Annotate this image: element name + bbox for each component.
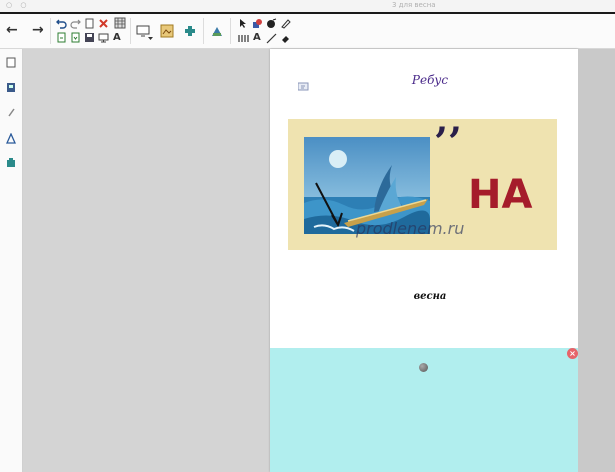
watermark-text: prodlenem.ru (356, 219, 465, 238)
right-gutter (578, 49, 615, 472)
forward-button[interactable]: → (32, 23, 44, 37)
pen-tool-icon[interactable] (280, 18, 291, 29)
properties-icon[interactable] (5, 132, 18, 145)
undo-icon[interactable] (56, 18, 67, 29)
sound-icon[interactable] (297, 77, 310, 91)
rebus-quote-marks: ’’ (434, 119, 462, 166)
fill-tool-icon[interactable] (266, 18, 277, 29)
toolbar-separator (50, 18, 51, 44)
rebus-syllable: НА (468, 172, 533, 218)
shape-tool-icon[interactable] (252, 18, 263, 29)
delete-icon[interactable] (98, 18, 109, 29)
gallery-tab-icon[interactable] (6, 82, 18, 94)
main-toolbar: ← → A A (0, 14, 615, 49)
eraser-icon[interactable] (280, 33, 291, 44)
table-icon[interactable] (114, 17, 126, 29)
line-tool-icon[interactable] (266, 33, 277, 44)
window-title: 3 для весна (392, 1, 436, 9)
answer-cover-panel[interactable]: × (270, 348, 578, 472)
screen-icon[interactable] (98, 32, 109, 43)
side-tab-strip (0, 49, 23, 472)
toolbar-separator (130, 18, 131, 44)
addons-icon[interactable] (183, 24, 197, 38)
attachments-icon[interactable] (6, 107, 18, 119)
addons-tab-icon[interactable] (6, 157, 18, 169)
ruler-tool-icon[interactable] (238, 33, 249, 44)
back-button[interactable]: ← (6, 23, 18, 37)
slide-page[interactable]: Ребус ’’ НА prodlenem.ru весна × (270, 49, 578, 472)
select-arrow-icon[interactable] (238, 18, 248, 29)
gallery-icon[interactable] (210, 24, 224, 38)
close-icon[interactable]: × (567, 348, 578, 359)
open-file-icon[interactable] (56, 32, 67, 43)
slide-title: Ребус (411, 73, 449, 87)
window-title-bar: ○ ○ 3 для весна (0, 0, 615, 14)
import-icon[interactable] (70, 32, 81, 43)
toolbar-separator (230, 18, 231, 44)
chevron-down-icon[interactable] (148, 36, 153, 41)
toolbar-separator (203, 18, 204, 44)
page-sorter-icon[interactable] (6, 57, 18, 69)
rebus-image[interactable]: ’’ НА prodlenem.ru (288, 119, 557, 250)
window-controls[interactable]: ○ ○ (6, 1, 29, 9)
drag-handle[interactable] (419, 363, 428, 372)
text-tool-button[interactable]: A (113, 32, 121, 44)
canvas-workspace: Ребус ’’ НА prodlenem.ru весна × (23, 49, 615, 472)
text-format-button[interactable]: A (253, 32, 261, 44)
new-page-icon[interactable] (84, 18, 95, 29)
capture-icon[interactable] (160, 24, 174, 38)
redo-icon[interactable] (70, 18, 81, 29)
save-icon[interactable] (84, 32, 95, 43)
answer-text: весна (413, 291, 447, 302)
